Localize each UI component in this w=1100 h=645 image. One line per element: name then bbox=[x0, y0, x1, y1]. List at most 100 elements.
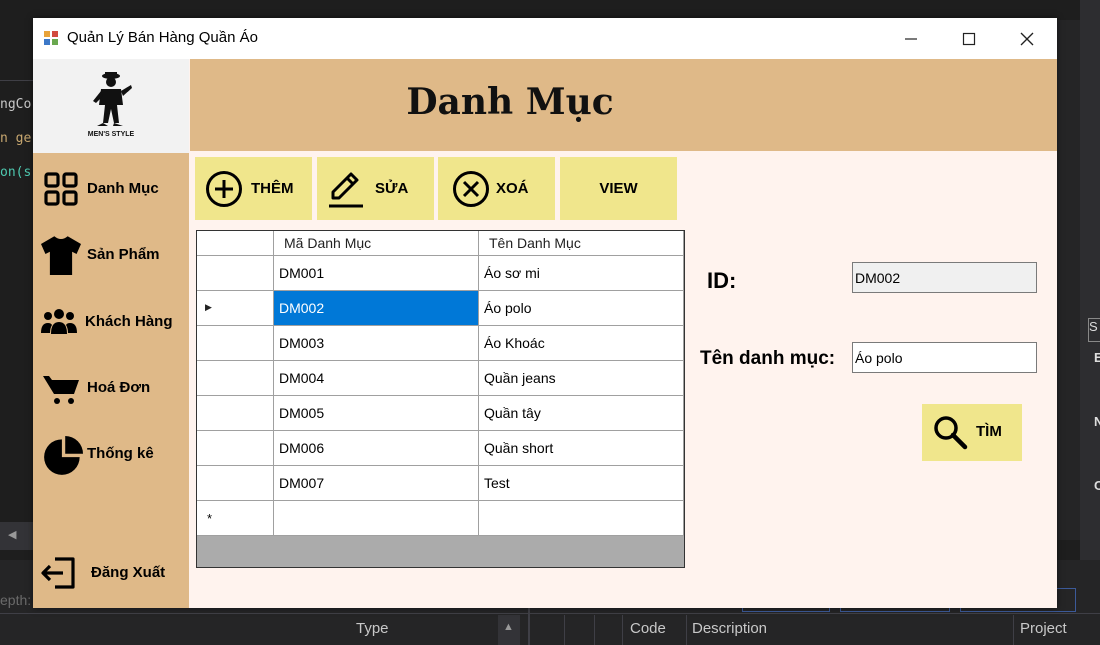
close-icon bbox=[1020, 32, 1034, 45]
ide-scrollbar[interactable] bbox=[1057, 20, 1080, 540]
sidebar-item-label: Hoá Đơn bbox=[87, 379, 151, 396]
category-id-cell[interactable]: DM004 bbox=[274, 361, 479, 396]
arrow-left-icon: ◀ bbox=[8, 529, 17, 541]
category-table[interactable]: Mã Danh Mục Tên Danh Mục DM001 Áo sơ mi ▶ D… bbox=[196, 230, 685, 568]
sidebar-item-label: Khách Hàng bbox=[85, 313, 173, 330]
code-text: n ge bbox=[0, 131, 32, 146]
view-button[interactable]: VIEW bbox=[560, 157, 677, 220]
add-label: THÊM bbox=[251, 180, 294, 197]
cell-text: Áo polo bbox=[484, 300, 532, 316]
row-header[interactable] bbox=[197, 466, 274, 501]
category-name-cell[interactable] bbox=[479, 501, 684, 536]
logout-icon bbox=[41, 557, 75, 589]
maximize-button[interactable] bbox=[939, 18, 999, 59]
category-name-cell[interactable]: Quần short bbox=[479, 431, 684, 466]
cell-text: DM001 bbox=[279, 265, 325, 281]
category-name-cell[interactable]: Áo Khoác bbox=[479, 326, 684, 361]
cell-text: DM003 bbox=[279, 335, 325, 351]
cart-icon bbox=[43, 376, 79, 404]
category-name-cell[interactable]: Áo sơ mi bbox=[479, 256, 684, 291]
cell-text: DM004 bbox=[279, 370, 325, 386]
search-label: TÌM bbox=[976, 423, 1002, 440]
row-header[interactable] bbox=[197, 326, 274, 361]
id-field[interactable] bbox=[852, 262, 1037, 293]
side-letter: C bbox=[1094, 478, 1100, 493]
description-column-header[interactable]: Description bbox=[692, 620, 767, 637]
category-name-cell[interactable]: Quần jeans bbox=[479, 361, 684, 396]
tshirt-icon bbox=[41, 236, 81, 275]
sidebar-item-danh-muc[interactable]: Danh Mục bbox=[33, 163, 189, 213]
category-name-cell[interactable]: Test bbox=[479, 466, 684, 501]
row-header[interactable] bbox=[197, 431, 274, 466]
app-icon bbox=[44, 31, 58, 45]
side-letter: N bbox=[1094, 414, 1100, 429]
row-header[interactable] bbox=[197, 256, 274, 291]
users-icon bbox=[41, 309, 77, 334]
current-row-arrow-icon: ▶ bbox=[205, 302, 212, 312]
view-label: VIEW bbox=[599, 180, 638, 197]
window-title: Quản Lý Bán Hàng Quần Áo bbox=[67, 29, 258, 46]
plus-circle-icon bbox=[206, 171, 242, 207]
scrollbar[interactable]: ◀ bbox=[0, 522, 33, 550]
category-id-cell[interactable] bbox=[274, 501, 479, 536]
cell-text: DM007 bbox=[279, 475, 325, 491]
column-header-label: Tên Danh Mục bbox=[489, 235, 581, 251]
maximize-icon bbox=[962, 32, 976, 45]
code-line: ngCo bbox=[0, 97, 31, 112]
sidebar-item-label: Sản Phẩm bbox=[87, 246, 160, 263]
page-title: Danh Mục bbox=[406, 81, 614, 123]
name-field[interactable] bbox=[852, 342, 1037, 373]
row-header[interactable]: * bbox=[197, 501, 274, 536]
delete-button[interactable]: XOÁ bbox=[438, 157, 555, 220]
close-button[interactable] bbox=[997, 18, 1057, 59]
type-column-header[interactable]: Type bbox=[356, 620, 389, 637]
column-header-label: Mã Danh Mục bbox=[284, 235, 372, 251]
sidebar-item-san-pham[interactable]: Sản Phẩm bbox=[33, 229, 189, 279]
cell-text: Quần jeans bbox=[484, 370, 556, 386]
scroll-up-button[interactable]: ▲ bbox=[498, 615, 520, 645]
pie-chart-icon bbox=[44, 436, 83, 475]
sidebar-item-thong-ke[interactable]: Thống kê bbox=[33, 428, 189, 478]
category-name-cell[interactable]: Áo polo bbox=[479, 291, 684, 326]
category-id-cell[interactable]: DM005 bbox=[274, 396, 479, 431]
column-header[interactable]: Mã Danh Mục bbox=[274, 231, 479, 256]
cell-text: DM002 bbox=[279, 300, 325, 316]
page-header: Danh Mục bbox=[190, 59, 1057, 151]
minimize-icon bbox=[905, 37, 917, 40]
cell-text: Test bbox=[484, 475, 510, 491]
category-id-cell[interactable]: DM006 bbox=[274, 431, 479, 466]
minimize-button[interactable] bbox=[881, 18, 941, 59]
logout-label: Đăng Xuất bbox=[91, 564, 166, 581]
side-letter: E bbox=[1094, 350, 1100, 365]
code-text: ngCo bbox=[0, 97, 32, 112]
code-line: n ge bbox=[0, 131, 31, 146]
sidebar-item-khach-hang[interactable]: Khách Hàng bbox=[33, 296, 189, 346]
add-button[interactable]: THÊM bbox=[195, 157, 312, 220]
code-column-header[interactable]: Code bbox=[630, 620, 666, 637]
row-header[interactable] bbox=[197, 361, 274, 396]
cell-text: DM005 bbox=[279, 405, 325, 421]
project-column-header[interactable]: Project bbox=[1020, 620, 1067, 637]
search-button[interactable]: TÌM bbox=[922, 404, 1022, 461]
category-id-cell[interactable]: DM007 bbox=[274, 466, 479, 501]
category-id-cell[interactable]: DM001 bbox=[274, 256, 479, 291]
category-name-cell[interactable]: Quần tây bbox=[479, 396, 684, 431]
row-header[interactable]: ▶ bbox=[197, 291, 274, 326]
code-text: on(s bbox=[0, 165, 32, 180]
logo: MEN'S STYLE bbox=[33, 59, 189, 153]
row-header[interactable] bbox=[197, 396, 274, 431]
title-bar[interactable]: Quản Lý Bán Hàng Quần Áo bbox=[33, 18, 1057, 59]
logout-button[interactable]: Đăng Xuất bbox=[33, 547, 189, 597]
category-id-cell[interactable]: DM003 bbox=[274, 326, 479, 361]
mens-style-logo-icon bbox=[93, 72, 132, 126]
column-header[interactable]: Tên Danh Mục bbox=[479, 231, 684, 256]
category-id-cell[interactable]: DM002 bbox=[274, 291, 479, 326]
cell-text: Áo Khoác bbox=[484, 335, 545, 351]
edit-button[interactable]: SỬA bbox=[317, 157, 434, 220]
grid-icon bbox=[44, 172, 78, 206]
logo-text: MEN'S STYLE bbox=[87, 131, 135, 138]
side-letter: S bbox=[1088, 318, 1100, 342]
edit-label: SỬA bbox=[375, 180, 409, 197]
sidebar-item-hoa-don[interactable]: Hoá Đơn bbox=[33, 362, 189, 412]
delete-label: XOÁ bbox=[496, 180, 529, 197]
